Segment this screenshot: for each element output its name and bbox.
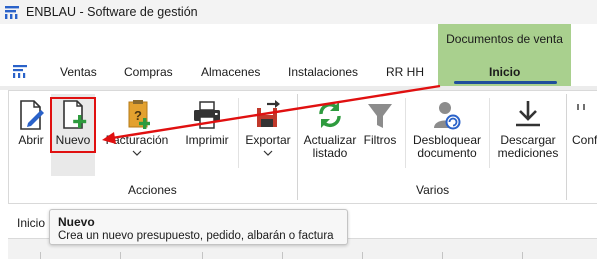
- title-bar: ENBLAU - Software de gestión: [0, 0, 597, 24]
- facturacion-button[interactable]: ? Facturación: [101, 94, 173, 176]
- export-icon: [257, 100, 280, 127]
- download-icon: [516, 101, 540, 127]
- desbloquear-label-line2: documento: [417, 146, 477, 160]
- group-label-varios: Varios: [416, 183, 450, 197]
- chevron-down-icon: [132, 150, 142, 156]
- grid-column-divider: [202, 252, 203, 259]
- tooltip-title: Nuevo: [58, 215, 95, 229]
- tab-ventas[interactable]: Ventas: [60, 65, 97, 79]
- tab-inicio[interactable]: Inicio: [489, 65, 520, 79]
- grid-column-divider: [282, 252, 283, 259]
- descargar-mediciones-button[interactable]: Descargar mediciones: [494, 94, 562, 176]
- grid-column-divider: [40, 252, 41, 259]
- abrir-label: Abrir: [18, 133, 44, 147]
- actualizar-listado-label: Actualizar listado: [302, 134, 358, 160]
- tab-compras[interactable]: Compras: [124, 65, 173, 79]
- exportar-button[interactable]: Exportar: [242, 94, 294, 176]
- ribbon-tab-row: Ventas Compras Almacenes Instalaciones R…: [0, 58, 597, 86]
- group-separator: [297, 94, 298, 200]
- imprimir-label: Imprimir: [185, 133, 229, 147]
- button-separator: [489, 98, 490, 168]
- window-title: ENBLAU - Software de gestión: [26, 5, 198, 19]
- open-document-icon: [20, 100, 44, 130]
- filtros-button[interactable]: Filtros: [361, 94, 399, 176]
- annotation-highlight-box: [50, 97, 96, 153]
- desbloquear-documento-button[interactable]: Desbloquear documento: [410, 94, 484, 176]
- button-separator: [238, 98, 239, 168]
- nuevo-tooltip: Nuevo Crea un nuevo presupuesto, pedido,…: [49, 209, 348, 245]
- settings-icon: [577, 104, 585, 110]
- abrir-button[interactable]: Abrir: [13, 94, 49, 176]
- descargar-label-line2: mediciones: [497, 146, 559, 160]
- imprimir-button[interactable]: Imprimir: [182, 94, 232, 176]
- exportar-label: Exportar: [245, 133, 291, 147]
- context-group-label: Documentos de venta: [446, 32, 563, 46]
- tooltip-description: Crea un nuevo presupuesto, pedido, albar…: [58, 230, 334, 242]
- tab-instalaciones[interactable]: Instalaciones: [288, 65, 358, 79]
- grid-column-divider: [522, 252, 523, 259]
- refresh-icon: [319, 102, 341, 128]
- actualizar-listado-button[interactable]: Actualizar listado: [302, 94, 358, 176]
- group-separator: [566, 94, 567, 200]
- grid-column-divider: [362, 252, 363, 259]
- app-logo-icon: [5, 6, 19, 19]
- descargar-mediciones-label: Descargar mediciones: [494, 134, 562, 160]
- grid-column-divider: [442, 252, 443, 259]
- group-label-acciones: Acciones: [128, 183, 177, 197]
- printer-icon: [194, 101, 220, 129]
- grid-column-divider: [120, 252, 121, 259]
- tab-almacenes[interactable]: Almacenes: [201, 65, 260, 79]
- unlock-user-icon: [434, 102, 461, 130]
- facturacion-label: Facturación: [105, 133, 169, 147]
- filtros-label: Filtros: [363, 133, 397, 147]
- configuracion-button[interactable]: Conf: [572, 94, 597, 176]
- app-menu-icon[interactable]: [12, 64, 28, 78]
- chevron-down-icon: [263, 150, 273, 156]
- tab-rrhh[interactable]: RR HH: [386, 65, 424, 79]
- actualizar-label-line2: listado: [312, 146, 348, 160]
- filter-icon: [368, 104, 392, 128]
- invoice-icon: ?: [128, 100, 150, 129]
- content-title: Inicio: [17, 216, 46, 230]
- configuracion-label: Conf: [572, 133, 597, 147]
- desbloquear-documento-label: Desbloquear documento: [410, 134, 484, 160]
- active-tab-indicator: [454, 81, 557, 84]
- button-separator: [405, 98, 406, 168]
- svg-text:?: ?: [134, 108, 142, 123]
